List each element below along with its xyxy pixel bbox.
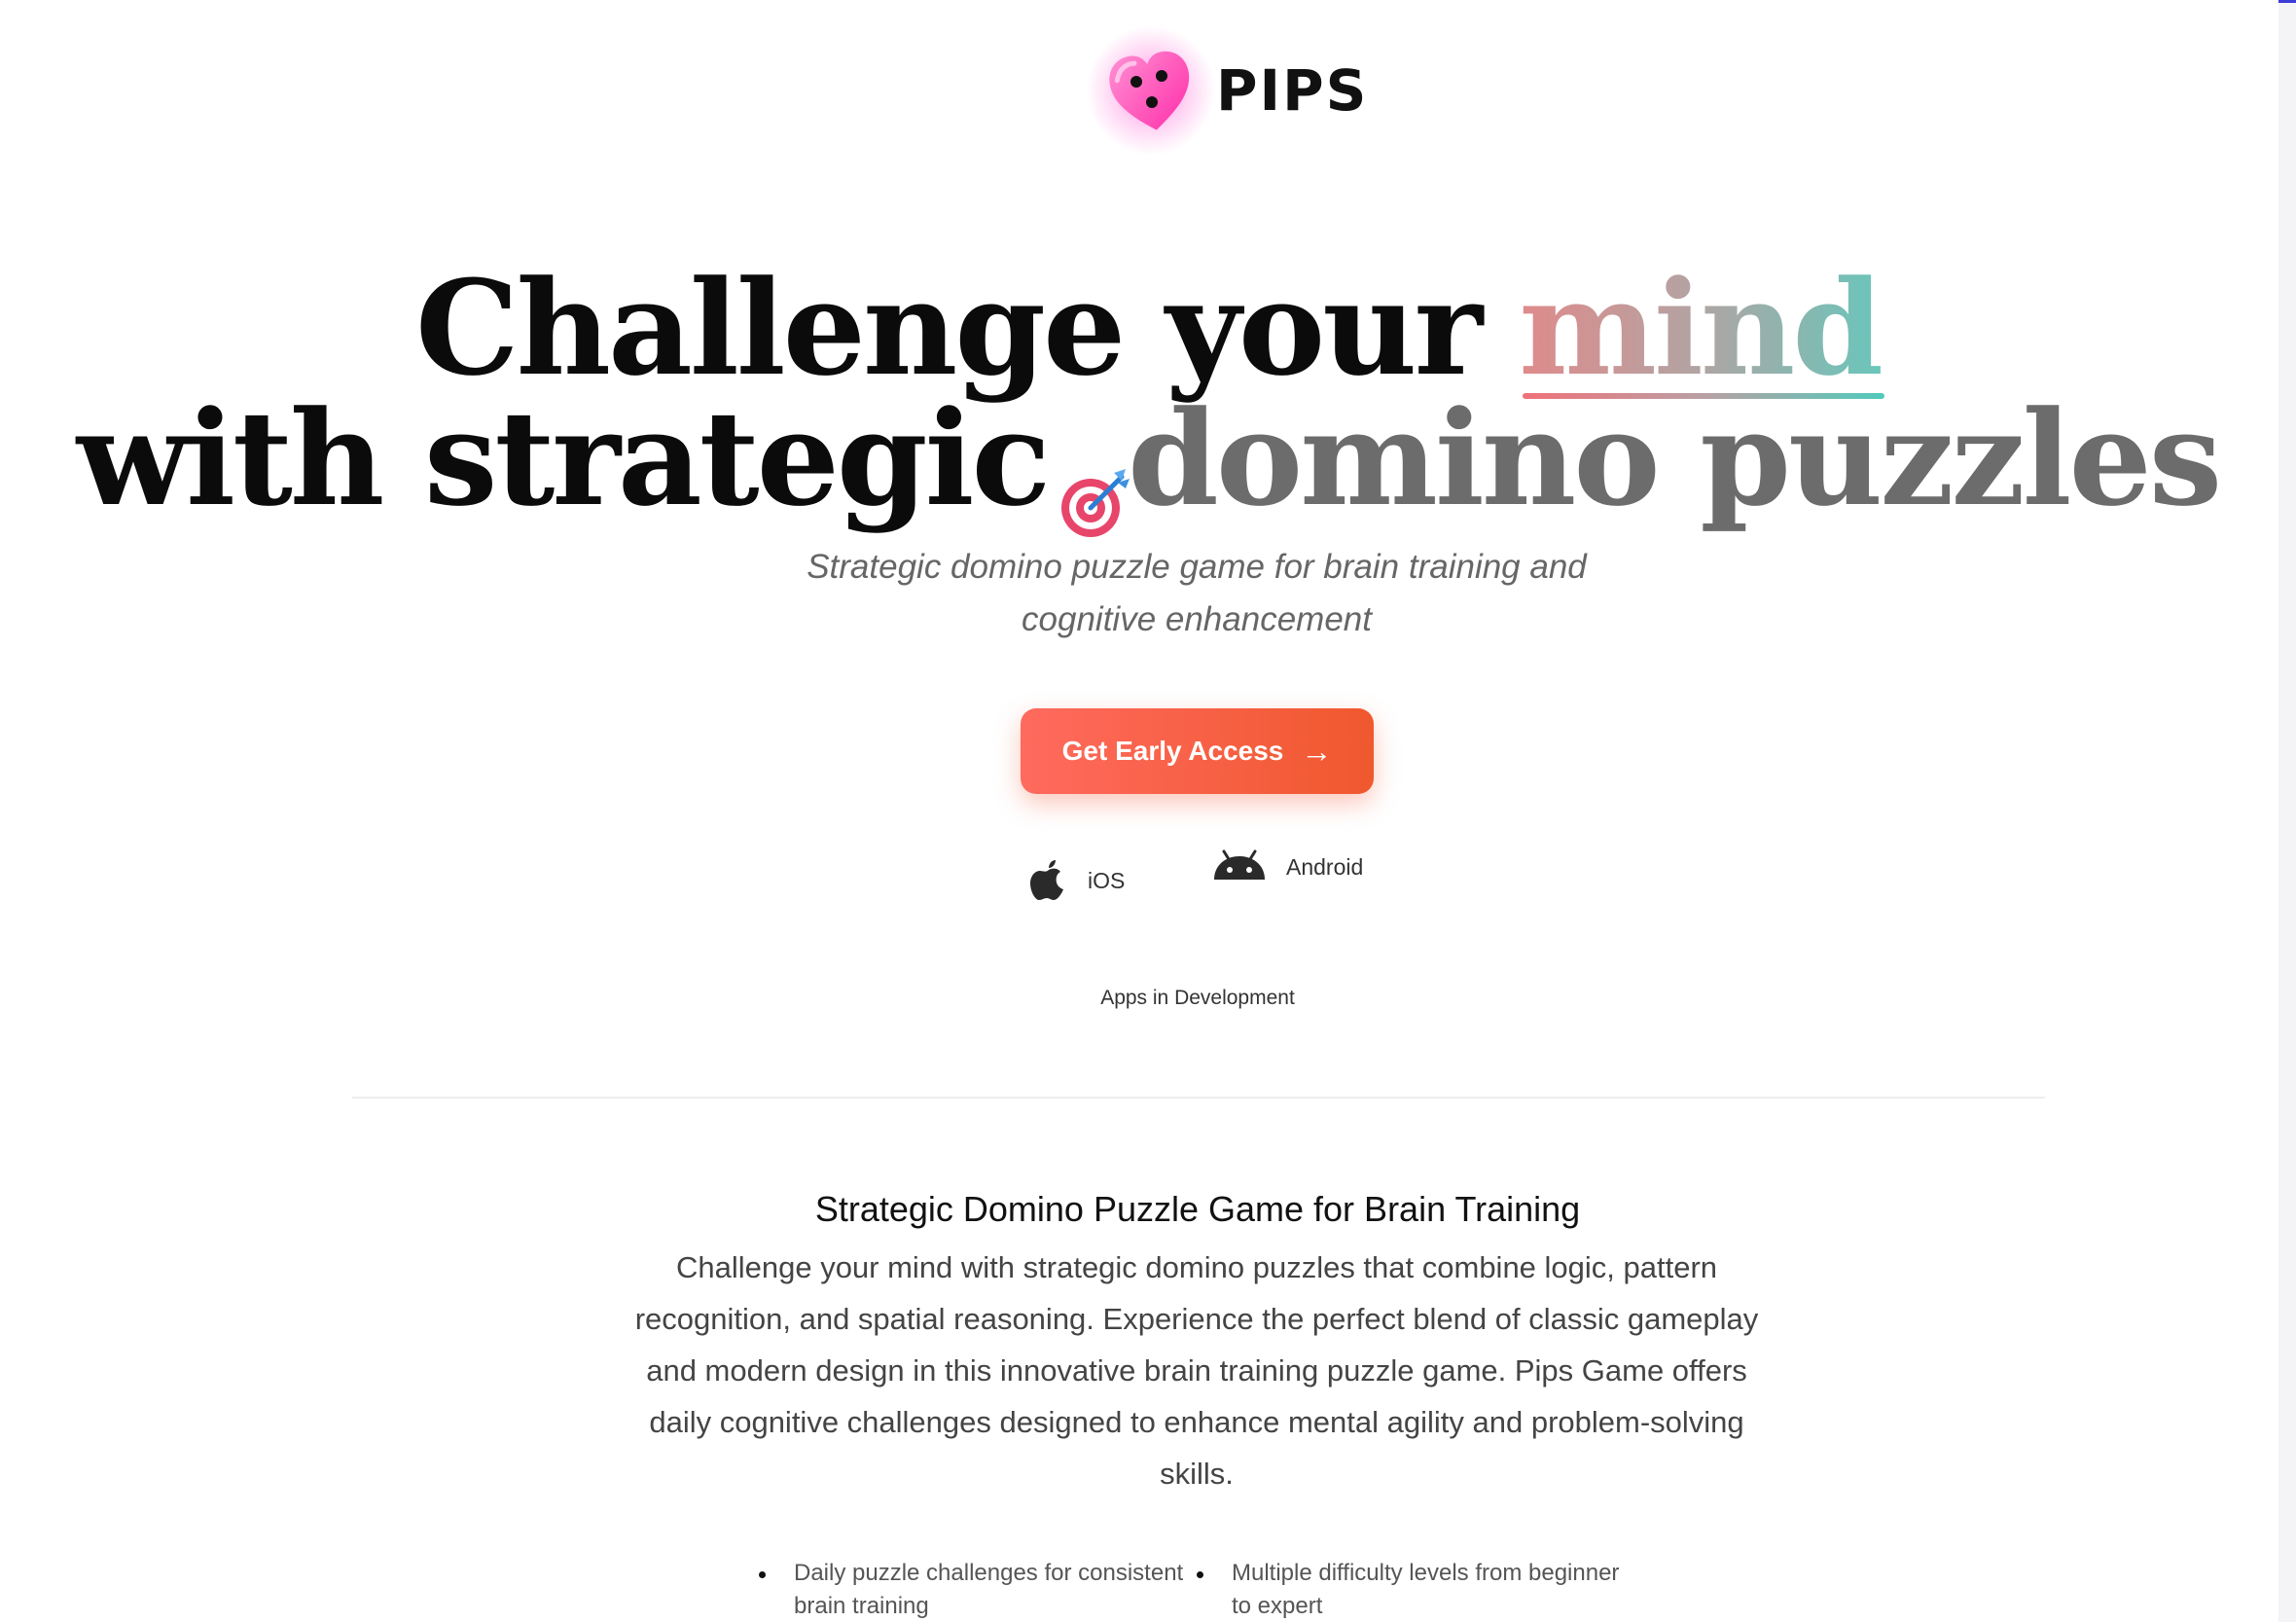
platform-android[interactable]: Android [1212, 848, 1363, 886]
about-body: Challenge your mind with strategic domin… [634, 1250, 1759, 1491]
cta-label: Get Early Access [1061, 736, 1284, 766]
feature-item: Daily puzzle challenges for consistent b… [759, 1557, 1197, 1622]
hero-title-line2: with strategic domino puzzles [0, 385, 2296, 537]
brand-name: PIPS [1216, 57, 1369, 124]
android-icon [1212, 848, 1267, 886]
domino-heart-icon [1086, 25, 1216, 156]
scrollbar[interactable] [2278, 0, 2296, 1622]
hero-subtitle: Strategic domino puzzle game for brain t… [807, 548, 1587, 638]
scrollbar-thumb[interactable] [2278, 0, 2296, 3]
target-icon [1058, 422, 1133, 537]
get-early-access-button[interactable]: Get Early Access → [1021, 708, 1374, 794]
platform-android-label: Android [1286, 854, 1364, 880]
about-heading: Strategic Domino Puzzle Game for Brain T… [814, 1189, 1581, 1229]
hero-title-line1: Challenge your mind [0, 255, 2296, 401]
platform-ios[interactable]: iOS [1029, 856, 1125, 906]
hero-highlight-mind: mind [1519, 255, 1885, 401]
hero-highlight-puzzles: domino puzzles [1128, 381, 2222, 535]
arrow-right-icon: → [1301, 734, 1333, 769]
dev-status-note: Apps in Development [1100, 987, 1295, 1009]
platform-ios-label: iOS [1088, 868, 1126, 893]
section-divider [352, 1097, 2045, 1099]
brand-logo[interactable]: PIPS [1086, 25, 1369, 156]
feature-item: Multiple difficulty levels from beginner… [1197, 1557, 1634, 1622]
feature-list: Daily puzzle challenges for consistent b… [759, 1557, 1634, 1622]
hero-line2-text: with strategic [76, 381, 1051, 535]
apple-icon [1029, 856, 1068, 906]
